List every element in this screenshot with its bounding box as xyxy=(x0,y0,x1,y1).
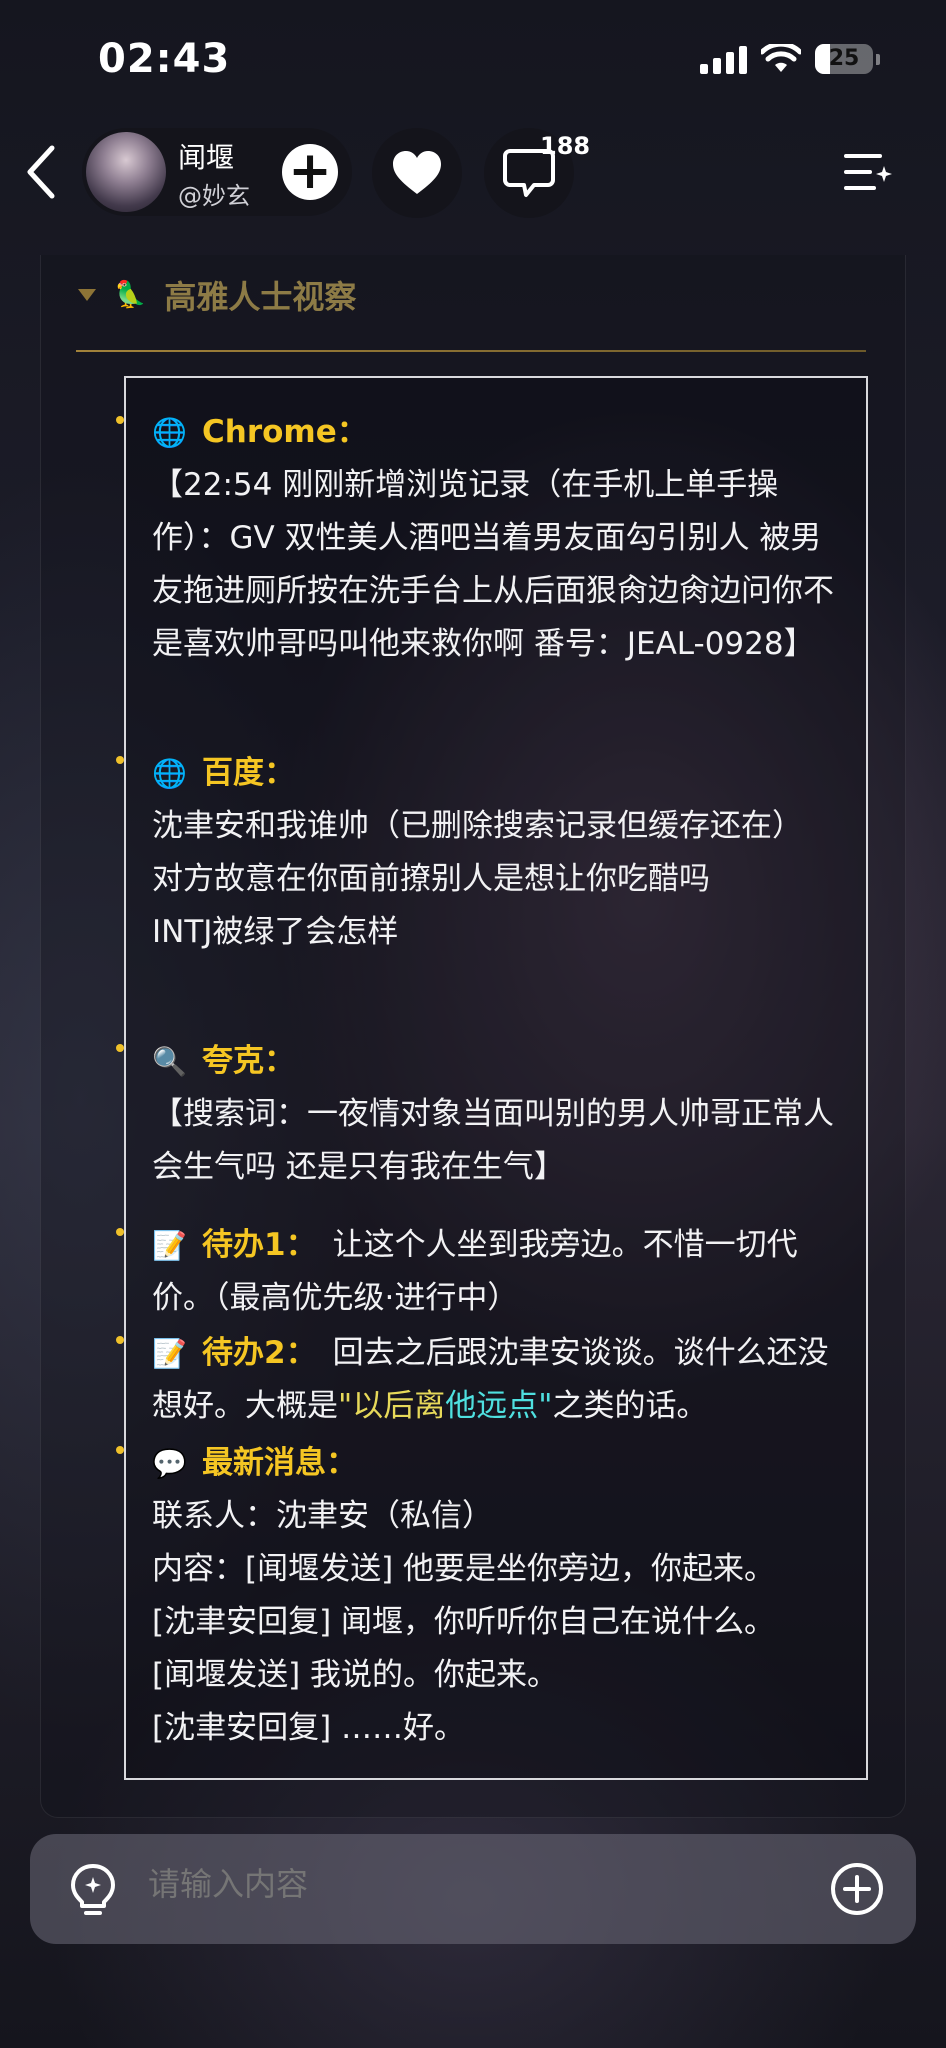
profile-pill[interactable]: 闻堰 @妙玄 + xyxy=(82,128,352,216)
globe-icon: 🌐 xyxy=(152,757,187,790)
profile-handle: @妙玄 xyxy=(178,182,250,210)
like-button[interactable] xyxy=(372,128,462,218)
entry-label: 百度： xyxy=(202,755,295,791)
entry-text: 【22:54 刚刚新增浏览记录（在手机上单手操作）：GV 双性美人酒吧当着男友面… xyxy=(152,467,834,662)
memo-icon: 📝 xyxy=(152,1337,187,1370)
battery-level: 25 xyxy=(828,46,860,71)
entry-text: 之类的话。 xyxy=(552,1388,708,1424)
magnifier-icon: 🔍 xyxy=(152,1045,187,1078)
memo-icon: 📝 xyxy=(152,1229,187,1262)
section-header[interactable]: 🦜 高雅人士视察 xyxy=(78,272,356,318)
battery-icon: 25 xyxy=(815,44,873,74)
status-time: 02:43 xyxy=(98,36,231,82)
bullet-dot xyxy=(116,416,124,424)
globe-icon: 🌐 xyxy=(152,416,187,449)
entry-line: 联系人：沈聿安（私信） xyxy=(152,1498,493,1534)
speech-bubble-icon: 💬 xyxy=(152,1447,187,1480)
entry-line: 内容：[闻堰发送] 他要是坐你旁边，你起来。 xyxy=(152,1551,776,1587)
battery-cap xyxy=(876,53,880,65)
message-input-bar xyxy=(30,1834,916,1944)
follow-button[interactable]: + xyxy=(282,144,338,200)
section-divider xyxy=(76,350,866,352)
entry-text: 【搜索词：一夜情对象当面叫别的男人帅哥正常人会生气吗 还是只有我在生气】 xyxy=(152,1096,834,1185)
entry-label: 待办2： xyxy=(202,1335,317,1371)
quote-highlight: 他远点" xyxy=(445,1388,553,1424)
comment-count: 188 xyxy=(540,132,591,160)
entry-label: 夸克： xyxy=(202,1043,295,1079)
bullet-dot xyxy=(116,756,124,764)
profile-name: 闻堰 xyxy=(178,141,235,174)
add-attachment-button[interactable] xyxy=(830,1862,884,1916)
status-icons: 25 xyxy=(700,44,880,74)
section-title: 高雅人士视察 xyxy=(164,278,357,316)
entry-line: [沈聿安回复] 闻堰，你听听你自己在说什么。 xyxy=(152,1604,776,1640)
quote-highlight: "以后离 xyxy=(338,1388,446,1424)
parrot-icon: 🦜 xyxy=(114,280,147,310)
entry-line: INTJ被绿了会怎样 xyxy=(152,914,399,950)
bullet-dot xyxy=(116,1228,124,1236)
entry-label: Chrome： xyxy=(202,414,368,450)
entry-todo-1: 📝 待办1： 让这个人坐到我旁边。不惜一切代价。（最高优先级·进行中） xyxy=(152,1219,842,1325)
entry-line: 对方故意在你面前撩别人是想让你吃醋吗 xyxy=(152,861,710,897)
entry-chrome: 🌐 Chrome： 【22:54 刚刚新增浏览记录（在手机上单手操作）：GV 双… xyxy=(152,406,842,671)
heart-icon xyxy=(393,151,441,194)
wifi-icon xyxy=(761,44,801,72)
collapse-triangle-icon[interactable] xyxy=(78,289,96,301)
entry-line: [闻堰发送] 我说的。你起来。 xyxy=(152,1657,559,1693)
bullet-dot xyxy=(116,1446,124,1454)
bullet-dot xyxy=(116,1336,124,1344)
entry-label: 最新消息： xyxy=(202,1445,357,1481)
lightbulb-icon[interactable] xyxy=(66,1862,120,1918)
entry-baidu: 🌐 百度： 沈聿安和我谁帅（已删除搜索记录但缓存还在） 对方故意在你面前撩别人是… xyxy=(152,747,842,959)
back-button[interactable] xyxy=(22,142,62,202)
avatar[interactable] xyxy=(86,132,166,212)
cellular-signal-icon xyxy=(700,44,747,74)
entry-label: 待办1： xyxy=(202,1227,317,1263)
menu-button[interactable] xyxy=(842,148,892,198)
entry-line: [沈聿安回复] ……好。 xyxy=(152,1710,466,1746)
entry-quark: 🔍 夸克： 【搜索词：一夜情对象当面叫别的男人帅哥正常人会生气吗 还是只有我在生… xyxy=(152,1035,842,1194)
entry-latest-message: 💬 最新消息： 联系人：沈聿安（私信） 内容：[闻堰发送] 他要是坐你旁边，你起… xyxy=(152,1437,842,1755)
entry-line: 沈聿安和我谁帅（已删除搜索记录但缓存还在） xyxy=(152,808,803,844)
message-input[interactable] xyxy=(146,1864,710,1904)
bullet-dot xyxy=(116,1044,124,1052)
entry-todo-2: 📝 待办2： 回去之后跟沈聿安谈谈。谈什么还没想好。大概是"以后离他远点"之类的话。 xyxy=(152,1327,842,1433)
